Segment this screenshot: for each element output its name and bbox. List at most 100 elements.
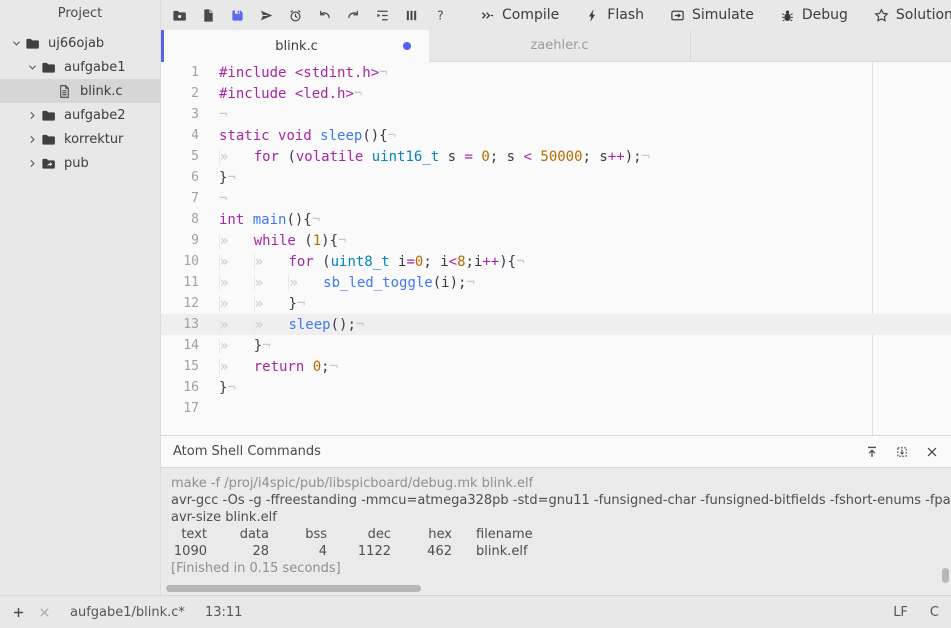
chevron-down-icon[interactable]	[8, 38, 24, 49]
save-icon[interactable]	[223, 0, 252, 30]
close-icon[interactable]	[925, 445, 939, 459]
tree-item-label: pub	[64, 156, 89, 171]
solution-icon	[874, 8, 889, 23]
panel-output: make -f /proj/i4spic/pub/libspicboard/de…	[161, 468, 951, 595]
timer-icon[interactable]	[281, 0, 310, 30]
line-number: 16	[161, 380, 199, 395]
send-icon[interactable]	[252, 0, 281, 30]
file-icon	[56, 84, 73, 99]
horizontal-scrollbar[interactable]	[166, 585, 421, 592]
panel-expand-icon[interactable]	[865, 445, 879, 459]
redo-icon[interactable]	[339, 0, 368, 30]
code-line: 2#include <led.h>¬	[161, 83, 951, 104]
project-tree: uj66ojab aufgabe1 blink.c aufgabe2korrektur…	[0, 31, 160, 175]
code-line-content: static void sleep(){¬	[199, 128, 396, 144]
size-table-row: 10902841122462blink.elf	[171, 543, 941, 560]
tab-label: zaehler.c	[530, 38, 588, 53]
simulate-button[interactable]: Simulate	[657, 0, 767, 30]
code-line: 15» return 0;¬	[161, 356, 951, 377]
status-line-ending[interactable]: LF	[893, 605, 908, 620]
line-number: 7	[161, 191, 199, 206]
status-grammar[interactable]: C	[930, 605, 939, 620]
code-line: 9» while (1){¬	[161, 230, 951, 251]
code-line: 12» » }¬	[161, 293, 951, 314]
solution-button[interactable]: Solution	[861, 0, 951, 30]
folder-shared-icon	[40, 156, 57, 171]
vertical-scrollbar[interactable]	[942, 568, 949, 583]
chevron-right-icon[interactable]	[24, 158, 40, 169]
finished-message: [Finished in 0.15 seconds]	[171, 560, 941, 577]
code-editor[interactable]: 1#include <stdint.h>¬ 2#include <led.h>¬ 3…	[161, 62, 951, 435]
line-number: 9	[161, 233, 199, 248]
tree-item-folder-pub[interactable]: pub	[0, 151, 160, 175]
status-bar: aufgabe1/blink.c* 13:11 LF C	[0, 595, 951, 628]
close-command-icon[interactable]	[36, 604, 52, 620]
undo-icon[interactable]	[310, 0, 339, 30]
tree-item-folder-uj66ojab[interactable]: uj66ojab	[0, 31, 160, 55]
toolbar-right-group: CompileFlashSimulateDebugSolutionSPiCboa…	[467, 0, 951, 30]
tab-zaehlerc[interactable]: zaehler.c	[429, 30, 691, 61]
code-line-content: » » for (uint8_t i=0; i<8;i++){¬	[199, 254, 525, 270]
status-right-group: LF C	[893, 605, 939, 620]
tab-blinkc[interactable]: blink.c	[161, 30, 429, 62]
flash-button[interactable]: Flash	[572, 0, 657, 30]
panel-title: Atom Shell Commands	[173, 444, 321, 459]
chevron-down-icon[interactable]	[24, 62, 40, 73]
folder-icon	[24, 36, 41, 51]
line-number: 12	[161, 296, 199, 311]
flash-icon	[585, 8, 600, 23]
tree-item-label: uj66ojab	[48, 36, 104, 51]
line-number: 17	[161, 401, 199, 416]
code-line-content: #include <led.h>¬	[199, 86, 362, 102]
code-line-content: int main(){¬	[199, 212, 320, 228]
code-line: 13» » sleep();¬	[161, 314, 951, 335]
status-cursor-position[interactable]: 13:11	[205, 605, 242, 620]
tree-item-label: blink.c	[80, 84, 123, 99]
add-command-button[interactable]	[10, 604, 26, 620]
chevron-right-icon[interactable]	[24, 134, 40, 145]
debug-button[interactable]: Debug	[767, 0, 861, 30]
panel-dock-icon[interactable]	[895, 445, 909, 459]
line-number: 3	[161, 107, 199, 122]
toolbar-button-label: Compile	[502, 7, 559, 23]
code-line: 10» » for (uint8_t i=0; i<8;i++){¬	[161, 251, 951, 272]
tree-item-folder-aufgabe2[interactable]: aufgabe2	[0, 103, 160, 127]
tab-bar: blink.c zaehler.c	[161, 30, 951, 62]
code-line-content: » while (1){¬	[199, 233, 346, 249]
code-line: 11» » » sb_led_toggle(i);¬	[161, 272, 951, 293]
output-line: avr-gcc -Os -g -ffreestanding -mmcu=atme…	[171, 492, 941, 509]
help-icon[interactable]	[426, 0, 455, 30]
tree-item-folder-korrektur[interactable]: korrektur	[0, 127, 160, 151]
chevron-right-icon[interactable]	[24, 110, 40, 121]
code-line-content: #include <stdint.h>¬	[199, 65, 388, 81]
code-line-content: }¬	[199, 380, 236, 396]
columns-icon[interactable]	[397, 0, 426, 30]
line-number: 11	[161, 275, 199, 290]
output-line: make -f /proj/i4spic/pub/libspicboard/de…	[171, 475, 941, 492]
tree-item-file-blinkc[interactable]: blink.c	[0, 79, 160, 103]
toolbar: CompileFlashSimulateDebugSolutionSPiCboa…	[161, 0, 951, 30]
auto-indent-icon[interactable]	[368, 0, 397, 30]
main-area: CompileFlashSimulateDebugSolutionSPiCboa…	[160, 0, 951, 595]
folder-icon	[40, 108, 57, 123]
app-window: Project uj66ojabaufgabe1blink.caufgabe2k…	[0, 0, 951, 595]
line-number: 14	[161, 338, 199, 353]
tree-item-folder-aufgabe1[interactable]: aufgabe1	[0, 55, 160, 79]
compile-button[interactable]: Compile	[467, 0, 572, 30]
line-number: 1	[161, 65, 199, 80]
status-file-path[interactable]: aufgabe1/blink.c*	[70, 605, 185, 620]
add-project-icon[interactable]	[165, 0, 194, 30]
panel-header: Atom Shell Commands	[161, 436, 951, 468]
line-number: 15	[161, 359, 199, 374]
code-line: 8int main(){¬	[161, 209, 951, 230]
new-file-icon[interactable]	[194, 0, 223, 30]
simulate-icon	[670, 8, 685, 23]
code-line: 5» for (volatile uint16_t s = 0; s < 500…	[161, 146, 951, 167]
toolbar-button-label: Debug	[802, 7, 848, 23]
line-number: 10	[161, 254, 199, 269]
line-number: 8	[161, 212, 199, 227]
line-number: 6	[161, 170, 199, 185]
project-sidebar: Project uj66ojabaufgabe1blink.caufgabe2k…	[0, 0, 160, 595]
line-number: 13	[161, 317, 199, 332]
code-line-content: » for (volatile uint16_t s = 0; s < 5000…	[199, 149, 650, 165]
